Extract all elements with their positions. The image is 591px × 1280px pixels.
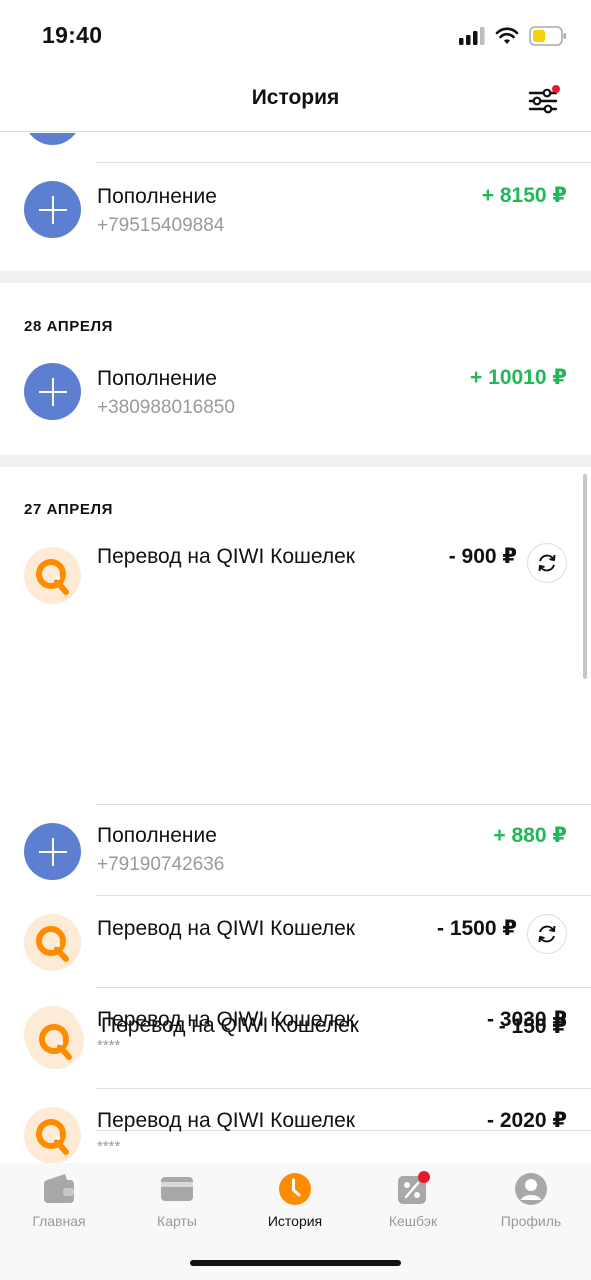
transaction-title: Перевод на QIWI Кошелек xyxy=(97,917,355,940)
transaction-amount: - 1500 ₽ xyxy=(437,917,517,940)
repeat-button[interactable] xyxy=(527,543,567,583)
qiwi-icon xyxy=(24,1107,81,1163)
profile-icon xyxy=(515,1173,547,1205)
tab-label: Карты xyxy=(157,1213,197,1229)
status-bar: 19:40 xyxy=(0,0,591,70)
transaction-subtitle: +79190742636 xyxy=(97,854,225,875)
cellular-signal-icon xyxy=(459,27,485,45)
transaction-subtitle: +79515409884 xyxy=(97,215,225,236)
transaction-amount: + 8150 ₽ xyxy=(481,184,567,207)
tab-label: Кешбэк xyxy=(388,1213,438,1229)
filter-icon xyxy=(528,85,560,114)
header: История xyxy=(0,70,591,132)
transaction-title: Пополнение xyxy=(97,367,217,390)
transaction-row[interactable]: Пополнение +79515409884 + 8150 ₽ xyxy=(0,163,591,271)
filter-button[interactable] xyxy=(527,84,563,118)
history-section: Пополнение +79515409884 + 8150 ₽ xyxy=(0,133,591,271)
transaction-row[interactable]: Пополнение +79190742636 + 880 ₽ xyxy=(0,805,591,895)
tab-cards[interactable]: Карты xyxy=(118,1171,236,1235)
transaction-amount: + 10010 ₽ xyxy=(470,366,567,389)
transaction-row[interactable]: Пополнение +380988016850 + 10010 ₽ xyxy=(0,345,591,453)
clock-icon xyxy=(279,1173,311,1205)
wallet-icon xyxy=(44,1174,74,1203)
tab-label: История xyxy=(267,1213,323,1229)
tab-cashback[interactable]: Кешбэк xyxy=(354,1171,472,1235)
home-indicator[interactable] xyxy=(190,1260,401,1266)
repeat-icon xyxy=(538,925,556,943)
section-separator xyxy=(0,271,591,283)
tab-label: Главная xyxy=(32,1213,86,1229)
tab-home[interactable]: Главная xyxy=(0,1171,118,1235)
page-title: История xyxy=(251,86,340,109)
transaction-title: Пополнение xyxy=(97,185,217,208)
transaction-row[interactable]: Перевод на QIWI Кошелек - 1500 ₽ xyxy=(0,896,591,987)
section-separator xyxy=(0,455,591,467)
transaction-subtitle: +380988016850 xyxy=(97,397,235,418)
transaction-row[interactable]: Перевод на QIWI Кошелек **** - 2020 ₽ xyxy=(0,1089,591,1163)
wifi-icon xyxy=(495,27,519,44)
repeat-icon xyxy=(538,554,556,572)
transaction-amount: + 880 ₽ xyxy=(493,824,567,847)
qiwi-icon xyxy=(24,914,81,971)
transaction-title: Пополнение xyxy=(97,824,217,847)
history-section: 28 АПРЕЛЯ Пополнение +380988016850 + 100… xyxy=(0,283,591,455)
scrollbar[interactable] xyxy=(583,474,587,679)
plus-icon xyxy=(24,823,81,880)
transaction-row[interactable]: Перевод на QIWI Кошелек - 900 ₽ xyxy=(0,529,591,671)
date-header: 27 АПРЕЛЯ xyxy=(24,501,113,518)
history-list[interactable]: Пополнение +79515409884 + 8150 ₽ 28 АПРЕ… xyxy=(0,133,591,1163)
date-header: 28 АПРЕЛЯ xyxy=(24,318,113,335)
qiwi-icon xyxy=(27,1012,84,1069)
tab-profile[interactable]: Профиль xyxy=(472,1171,590,1235)
transaction-title: Перевод на QIWI Кошелек xyxy=(101,1014,359,1037)
card-icon xyxy=(161,1177,193,1201)
percent-icon xyxy=(398,1171,430,1204)
qiwi-icon xyxy=(24,547,81,604)
transaction-subtitle: **** xyxy=(97,1138,121,1155)
tab-history[interactable]: История xyxy=(236,1171,354,1235)
plus-icon xyxy=(24,363,81,420)
transaction-title: Перевод на QIWI Кошелек xyxy=(97,545,355,568)
repeat-button[interactable] xyxy=(527,914,567,954)
transaction-row[interactable]: Перевод на QIWI Кошелек - 150 ₽ xyxy=(0,997,591,1088)
battery-icon xyxy=(529,26,566,46)
transaction-amount: - 900 ₽ xyxy=(448,545,517,568)
plus-icon xyxy=(24,181,81,238)
transaction-title: Перевод на QIWI Кошелек xyxy=(97,1109,355,1132)
plus-icon xyxy=(24,133,81,145)
status-time: 19:40 xyxy=(42,22,103,48)
status-icons xyxy=(459,24,567,48)
transaction-amount: - 2020 ₽ xyxy=(487,1109,567,1132)
transaction-amount: - 150 ₽ xyxy=(498,1015,567,1038)
tab-label: Профиль xyxy=(500,1213,562,1229)
